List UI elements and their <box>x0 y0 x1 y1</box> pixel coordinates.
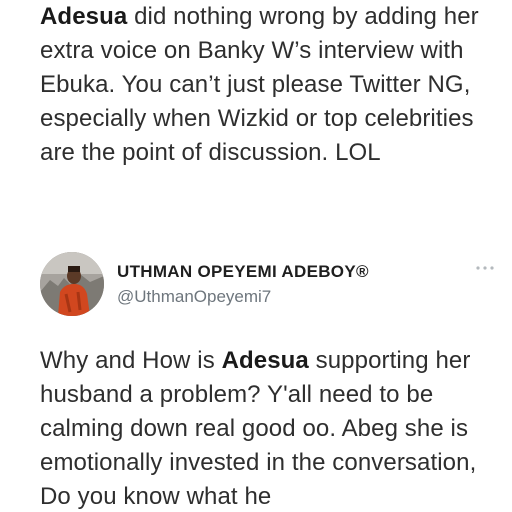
tweet-mention: Adesua <box>221 347 309 374</box>
more-horizontal-icon[interactable] <box>474 263 496 273</box>
avatar-image <box>40 252 104 316</box>
avatar[interactable] <box>40 252 104 316</box>
tweet-text: Why and How is <box>40 347 222 374</box>
tweet-body: Adesua did nothing wrong by adding her e… <box>40 0 502 170</box>
tweet-body: Why and How is Adesua supporting her hus… <box>40 344 502 512</box>
tweet-mention: Adesua <box>40 3 128 30</box>
author-name[interactable]: UTHMAN OPEYEMI ADEBOY® <box>117 262 369 282</box>
author-handle[interactable]: @UthmanOpeyemi7 <box>117 287 271 307</box>
